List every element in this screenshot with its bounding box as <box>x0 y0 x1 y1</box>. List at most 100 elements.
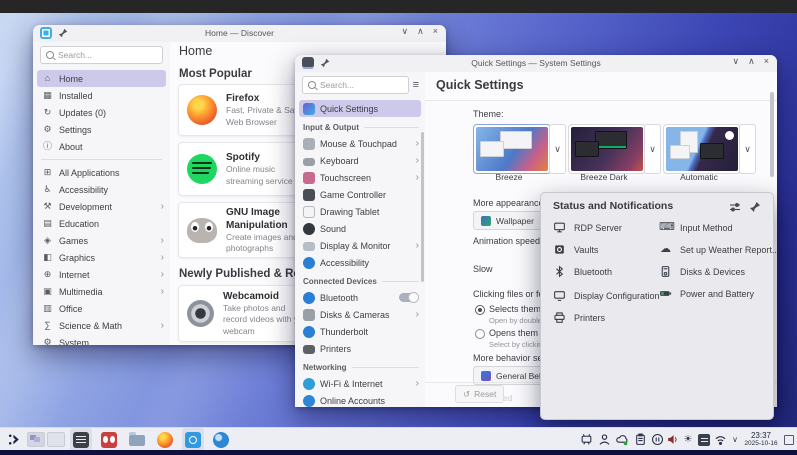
digital-clock[interactable]: 23:37 2025-10-16 <box>742 428 780 451</box>
popup-item-input-method[interactable]: ⌨ Input Method <box>659 221 733 234</box>
info-icon: ⓘ <box>42 141 52 151</box>
tray-volume[interactable] <box>664 428 680 451</box>
content-scrollbar[interactable] <box>770 92 774 177</box>
radio-selects-them[interactable] <box>475 305 485 315</box>
popup-item-rdp-server[interactable]: RDP Server <box>553 221 622 234</box>
sidebar-item-drawing-tablet[interactable]: Drawing Tablet <box>295 203 425 220</box>
desktop-2-cell[interactable] <box>47 432 65 447</box>
system-settings-titlebar[interactable]: Quick Settings — System Settings ∨ ∧ × <box>295 55 777 73</box>
sidebar-item-online-accounts[interactable]: Online Accounts <box>295 392 425 407</box>
sidebar-item-settings[interactable]: ⚙ Settings <box>33 121 170 138</box>
pin-icon[interactable] <box>58 28 68 38</box>
sidebar-scrollbar[interactable] <box>421 132 424 282</box>
popup-item-vaults[interactable]: Vaults <box>553 243 598 256</box>
bluetooth-toggle[interactable] <box>399 292 419 303</box>
radio-opens-them[interactable] <box>475 329 485 339</box>
automatic-dropdown-button[interactable]: ∨ <box>739 124 756 174</box>
minimize-button[interactable]: ∨ <box>733 56 740 67</box>
tray-network-wifi[interactable] <box>712 428 728 451</box>
sidebar-item-printers[interactable]: Printers <box>295 340 425 357</box>
theme-preview-automatic[interactable] <box>663 124 741 174</box>
sidebar-item-games[interactable]: ◈ Games › <box>33 232 170 249</box>
pin-icon[interactable] <box>749 201 761 213</box>
sidebar-item-development[interactable]: ⚒ Development › <box>33 198 170 215</box>
close-button[interactable]: × <box>764 56 769 67</box>
sidebar-item-sound[interactable]: Sound <box>295 220 425 237</box>
sidebar-item-multimedia[interactable]: ▣ Multimedia › <box>33 283 170 300</box>
pin-icon[interactable] <box>320 58 330 68</box>
hamburger-menu-icon[interactable]: ≡ <box>413 79 419 91</box>
discover-titlebar[interactable]: Home — Discover ∨ ∧ × <box>33 25 446 43</box>
theme-preview-breeze-dark[interactable] <box>568 124 646 174</box>
search-field[interactable] <box>320 80 403 90</box>
reset-button[interactable]: ↺ Reset <box>455 385 505 403</box>
sidebar-item-education[interactable]: ▤ Education <box>33 215 170 232</box>
tray-weather[interactable] <box>614 428 630 451</box>
desktop-1-cell[interactable] <box>27 432 45 447</box>
media-pause-icon <box>651 433 663 446</box>
settings-search-input[interactable] <box>302 76 409 94</box>
tray-expand-arrow[interactable]: ∨ <box>728 428 742 451</box>
tray-user-switcher[interactable] <box>596 428 612 451</box>
maximize-button[interactable]: ∧ <box>748 56 755 67</box>
wallpaper-button[interactable]: Wallpaper <box>473 211 542 230</box>
close-button[interactable]: × <box>433 26 438 37</box>
sidebar-item-graphics[interactable]: ◧ Graphics › <box>33 249 170 266</box>
task-webcamoid[interactable] <box>98 428 120 451</box>
breeze-dropdown-button[interactable]: ∨ <box>549 124 566 174</box>
sidebar-item-thunderbolt[interactable]: Thunderbolt <box>295 323 425 340</box>
tray-rdp-server[interactable] <box>578 428 594 451</box>
sidebar-item-game-controller[interactable]: Game Controller <box>295 186 425 203</box>
sidebar-item-office[interactable]: ▥ Office <box>33 300 170 317</box>
breeze-dark-dropdown-button[interactable]: ∨ <box>644 124 661 174</box>
app-launcher-button[interactable] <box>4 428 24 451</box>
sidebar-item-quick-settings[interactable]: Quick Settings <box>299 100 421 117</box>
sidebar-item-installed[interactable]: ▦ Installed <box>33 87 170 104</box>
sidebar-item-internet[interactable]: ⊕ Internet › <box>33 266 170 283</box>
theme-preview-breeze[interactable] <box>473 124 551 174</box>
popup-item-disks-devices[interactable]: Disks & Devices <box>659 265 745 278</box>
popup-item-printers[interactable]: Printers <box>553 311 605 324</box>
virtual-desktop-pager[interactable] <box>27 428 65 451</box>
updates-icon: ↻ <box>43 107 52 117</box>
popup-item-power-battery[interactable]: Power and Battery <box>659 287 754 300</box>
clipboard-icon <box>635 433 645 445</box>
tray-media-player[interactable] <box>649 428 665 451</box>
search-field[interactable] <box>58 50 157 60</box>
sidebar-item-disks-cameras[interactable]: Disks & Cameras › <box>295 306 425 323</box>
sidebar-item-home[interactable]: ⌂ Home <box>37 70 166 87</box>
sidebar-item-mouse-touchpad[interactable]: Mouse & Touchpad › <box>295 135 425 152</box>
tray-clipboard[interactable] <box>632 428 648 451</box>
sidebar-item-accessibility[interactable]: Accessibility <box>295 254 425 271</box>
show-desktop-button[interactable] <box>782 428 796 451</box>
tray-color-picker[interactable]: ☀ <box>680 428 696 451</box>
sidebar-item-all-applications[interactable]: ⊞ All Applications <box>33 164 170 181</box>
sidebar-item-system[interactable]: ⚙ System <box>33 334 170 345</box>
task-system-settings[interactable] <box>70 428 92 451</box>
sidebar-item-about[interactable]: ⓘ About <box>33 138 170 155</box>
sidebar-item-wifi-internet[interactable]: Wi-Fi & Internet › <box>295 375 425 392</box>
monitor-icon <box>303 241 315 251</box>
popup-item-display-configuration[interactable]: Display Configuration <box>553 289 660 302</box>
maximize-button[interactable]: ∧ <box>417 26 424 37</box>
popup-item-bluetooth[interactable]: Bluetooth <box>553 265 612 278</box>
task-discover[interactable] <box>182 428 204 451</box>
quick-settings-icon <box>303 102 315 115</box>
sidebar-item-display-monitor[interactable]: Display & Monitor › <box>295 237 425 254</box>
sidebar-item-updates[interactable]: ↻ Updates (0) <box>33 104 170 121</box>
tray-keyboard-layout[interactable] <box>696 428 712 451</box>
sidebar-item-bluetooth[interactable]: Bluetooth <box>295 289 425 306</box>
discover-app-icon <box>40 27 52 39</box>
task-web-browser[interactable] <box>210 428 232 451</box>
sidebar-item-science-math[interactable]: ∑ Science & Math › <box>33 317 170 334</box>
sidebar-item-accessibility[interactable]: ♿ Accessibility <box>33 181 170 198</box>
configure-sliders-icon[interactable] <box>729 201 741 213</box>
sidebar-item-keyboard[interactable]: Keyboard › <box>295 152 425 169</box>
settings-sidebar: ≡ Quick Settings Input & Output Mouse & … <box>295 72 426 407</box>
popup-item-weather[interactable]: ☁ Set up Weather Report... <box>659 243 779 256</box>
task-file-manager[interactable] <box>126 428 148 451</box>
minimize-button[interactable]: ∨ <box>402 26 409 37</box>
discover-search-input[interactable] <box>40 46 163 64</box>
task-firefox[interactable] <box>154 428 176 451</box>
sidebar-item-touchscreen[interactable]: Touchscreen › <box>295 169 425 186</box>
